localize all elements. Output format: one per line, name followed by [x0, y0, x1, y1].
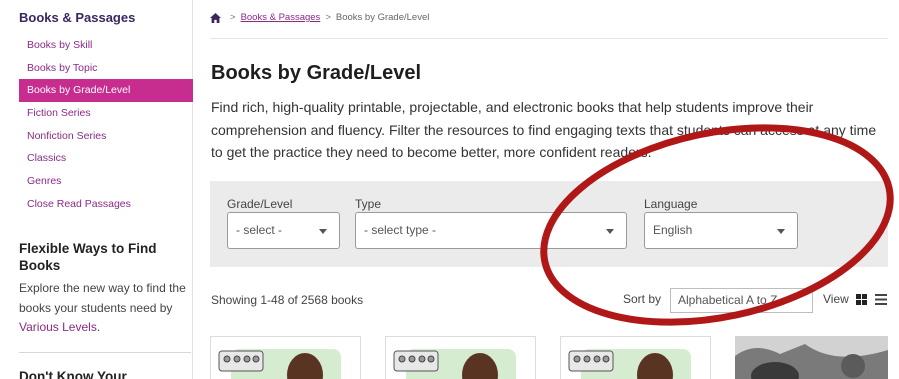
sidebar-item-books-by-grade-level[interactable]: Books by Grade/Level	[19, 79, 193, 103]
list-view-icon[interactable]	[875, 294, 887, 305]
type-value: - select type -	[364, 223, 437, 237]
flexible-ways-text: Explore the new way to find the books yo…	[19, 279, 191, 338]
flexible-ways-period: .	[96, 320, 101, 334]
book-cover-image	[561, 337, 710, 379]
grid-view-icon[interactable]	[856, 294, 867, 305]
results-count: Showing 1-48 of 2568 books	[211, 293, 364, 307]
various-levels-link[interactable]: Various Levels	[19, 320, 97, 334]
grade-level-select[interactable]: - select -	[227, 212, 340, 249]
book-cover-image	[735, 336, 888, 379]
sidebar-item-genres[interactable]: Genres	[19, 170, 193, 193]
book-card[interactable]	[735, 336, 888, 379]
page-title: Books by Grade/Level	[211, 62, 422, 84]
grade-level-label: Grade/Level	[227, 197, 293, 211]
sidebar-item-nonfiction-series[interactable]: Nonfiction Series	[19, 125, 193, 148]
breadcrumb-separator: >	[230, 12, 236, 23]
grade-level-value: - select -	[236, 223, 283, 237]
book-cover-image	[386, 337, 535, 379]
flexible-ways-heading: Flexible Ways to Find Books	[19, 241, 157, 273]
page-intro: Find rich, high-quality printable, proje…	[211, 99, 877, 160]
language-value: English	[653, 223, 693, 237]
breadcrumb: > Books & Passages > Books by Grade/Leve…	[210, 12, 429, 23]
breadcrumb-current: Books by Grade/Level	[335, 12, 430, 23]
dont-know-heading: Don't Know Your	[19, 369, 127, 379]
language-label: Language	[644, 197, 698, 211]
book-cover-image	[211, 337, 360, 379]
sidebar-nav: Books by Skill Books by Topic Books by G…	[19, 34, 193, 216]
language-select[interactable]: English	[644, 212, 798, 249]
breadcrumb-separator: >	[325, 12, 331, 23]
sidebar-item-close-read-passages[interactable]: Close Read Passages	[19, 193, 193, 216]
filter-panel: Grade/Level - select - Type - select typ…	[210, 181, 888, 267]
breadcrumb-divider	[210, 38, 888, 39]
sidebar: Books & Passages Books by Skill Books by…	[0, 0, 193, 379]
sidebar-heading[interactable]: Books & Passages	[19, 10, 135, 25]
breadcrumb-books-passages-link[interactable]: Books & Passages	[241, 12, 321, 23]
chevron-down-icon	[606, 229, 614, 234]
sidebar-item-books-by-topic[interactable]: Books by Topic	[19, 57, 193, 80]
sidebar-item-classics[interactable]: Classics	[19, 147, 193, 170]
book-card[interactable]	[210, 336, 361, 379]
book-card[interactable]	[385, 336, 536, 379]
type-label: Type	[355, 197, 382, 211]
chevron-down-icon	[319, 229, 327, 234]
sidebar-divider	[19, 352, 191, 353]
sidebar-item-fiction-series[interactable]: Fiction Series	[19, 102, 193, 125]
sort-label: Sort by	[623, 292, 662, 306]
type-select[interactable]: - select type -	[355, 212, 627, 249]
sort-value: Alphabetical A to Z	[678, 293, 778, 307]
home-icon[interactable]	[210, 12, 221, 23]
sort-select[interactable]: Alphabetical A to Z	[670, 288, 813, 313]
book-card[interactable]	[560, 336, 711, 379]
view-label: View	[823, 292, 849, 306]
chevron-down-icon	[777, 229, 785, 234]
flexible-ways-body: Explore the new way to find the books yo…	[19, 281, 186, 315]
sidebar-item-books-by-skill[interactable]: Books by Skill	[19, 34, 193, 57]
